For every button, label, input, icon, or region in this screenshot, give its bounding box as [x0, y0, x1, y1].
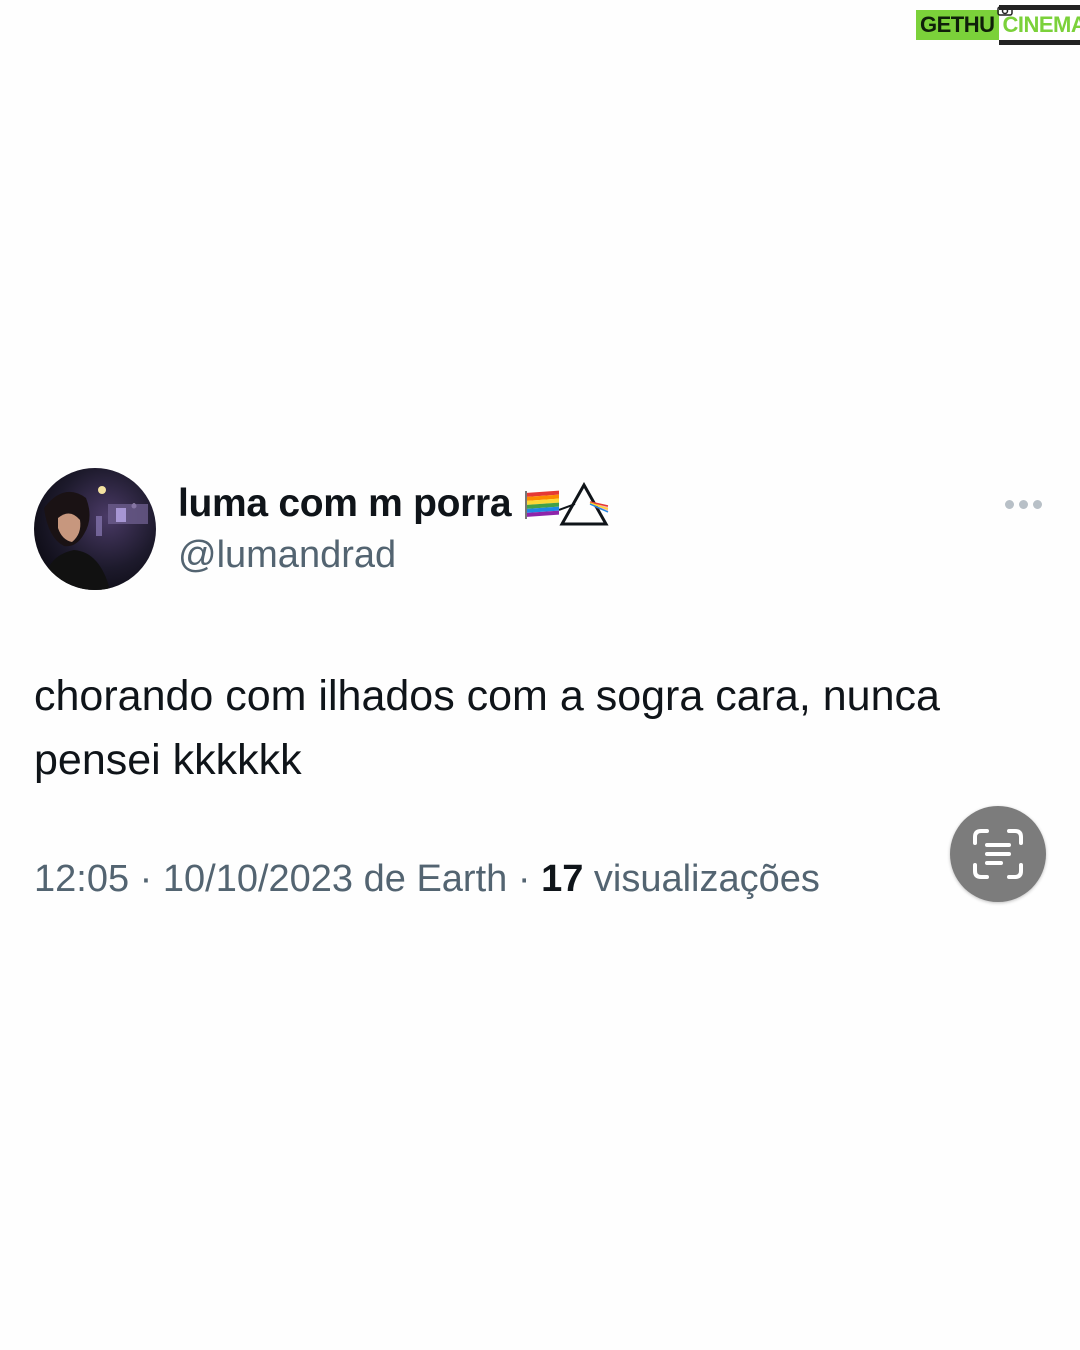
watermark-logo: GETHU CINEMA [916, 2, 1080, 45]
tweet-source: de Earth [363, 858, 508, 900]
tweet-date[interactable]: 10/10/2023 [163, 858, 353, 900]
views-label: visualizações [593, 858, 820, 900]
text-scan-button[interactable] [950, 806, 1046, 902]
avatar[interactable] [34, 468, 156, 590]
meta-separator: · [517, 858, 531, 900]
views-count: 17 [541, 858, 584, 900]
more-dots-icon[interactable] [1005, 500, 1042, 509]
display-name[interactable]: luma com m porra [178, 482, 512, 526]
prism-triangle-icon [559, 482, 609, 526]
name-emojis [525, 482, 609, 526]
tweet-meta: 12:05 · 10/10/2023 de Earth · 17 visuali… [34, 858, 820, 901]
name-row: luma com m porra [178, 482, 609, 526]
tweet-time[interactable]: 12:05 [34, 858, 129, 900]
user-handle[interactable]: @lumandrad [178, 534, 396, 577]
rainbow-flag-icon [525, 490, 560, 519]
watermark-text-cinema: CINEMA [996, 5, 1080, 45]
camera-icon [996, 5, 1013, 16]
text-scan-icon [973, 829, 1023, 879]
meta-separator: · [139, 858, 153, 900]
watermark-text-gethu: GETHU [916, 10, 999, 40]
tweet-text: chorando com ilhados com a sogra cara, n… [34, 672, 940, 784]
